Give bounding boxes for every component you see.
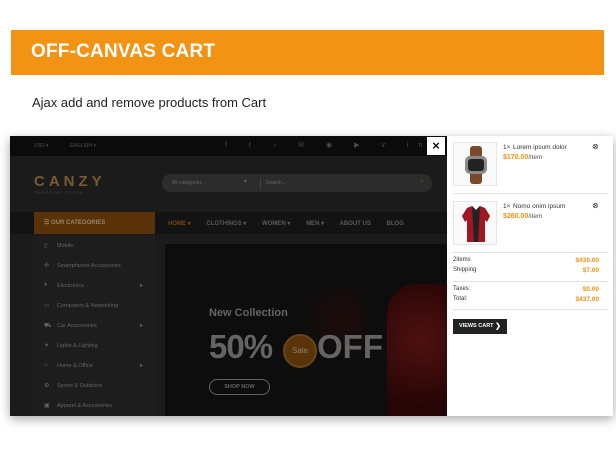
view-cart-label: VIEWS CART — [459, 323, 494, 329]
summary-label: 2items — [453, 257, 471, 263]
cart-item-price: $260.00/item — [503, 213, 542, 220]
section-banner: OFF-CANVAS CART — [11, 30, 604, 75]
price-value: $170.00 — [503, 154, 529, 161]
feature-description: Ajax add and remove products from Cart — [32, 95, 267, 110]
cart-item-qty: 1× — [503, 203, 511, 210]
summary-label: Total: — [453, 296, 468, 302]
jacket-icon[interactable] — [453, 201, 497, 245]
summary-items: 2items $430.00 — [453, 257, 600, 264]
remove-item-icon[interactable]: ⊗ — [592, 142, 599, 151]
divider — [453, 309, 608, 310]
cart-item-qty: 1× — [503, 144, 511, 151]
cart-item-price: $170.00/item — [503, 154, 542, 161]
summary-value: $430.00 — [575, 257, 600, 264]
summary-taxes: Taxes: $0.00 — [453, 286, 599, 293]
summary-total: Total: $437.00 — [453, 296, 600, 303]
divider — [453, 281, 608, 282]
summary-shipping: Shipping $7.00 — [453, 267, 599, 274]
store-page: USD ▾ ENGLISH ▾ f t ♪ ✉ ◉ ▶ v in CANZY S… — [10, 136, 447, 416]
divider — [453, 252, 608, 253]
off-canvas-cart: 1× Lorem ipsum dolor $170.00/item ⊗ 1× N… — [447, 136, 613, 416]
summary-value: $7.00 — [582, 267, 599, 274]
chevron-right-icon: ❯ — [495, 323, 501, 330]
price-unit: /item — [528, 213, 543, 220]
close-icon[interactable]: × — [427, 137, 445, 155]
summary-value: $437.00 — [575, 296, 600, 303]
cart-item: 1× Lorem ipsum dolor $170.00/item ⊗ — [447, 136, 613, 194]
summary-value: $0.00 — [582, 286, 599, 293]
banner-title: OFF-CANVAS CART — [31, 41, 216, 62]
cart-item-name[interactable]: Lorem ipsum dolor — [513, 144, 567, 151]
cart-item-name[interactable]: Nomo onim ipsum — [513, 203, 565, 210]
price-unit: /item — [528, 154, 543, 161]
cart-item: 1× Nomo onim ipsum $260.00/item ⊗ — [447, 195, 613, 253]
watch-icon[interactable] — [453, 142, 497, 186]
price-value: $260.00 — [503, 213, 529, 220]
screenshot-frame: USD ▾ ENGLISH ▾ f t ♪ ✉ ◉ ▶ v in CANZY S… — [10, 136, 613, 416]
summary-label: Taxes: — [453, 286, 471, 292]
summary-label: Shipping — [453, 267, 477, 273]
page-overlay[interactable] — [10, 136, 447, 416]
view-cart-button[interactable]: VIEWS CART ❯ — [453, 319, 507, 334]
remove-item-icon[interactable]: ⊗ — [592, 201, 599, 210]
divider — [453, 193, 608, 194]
